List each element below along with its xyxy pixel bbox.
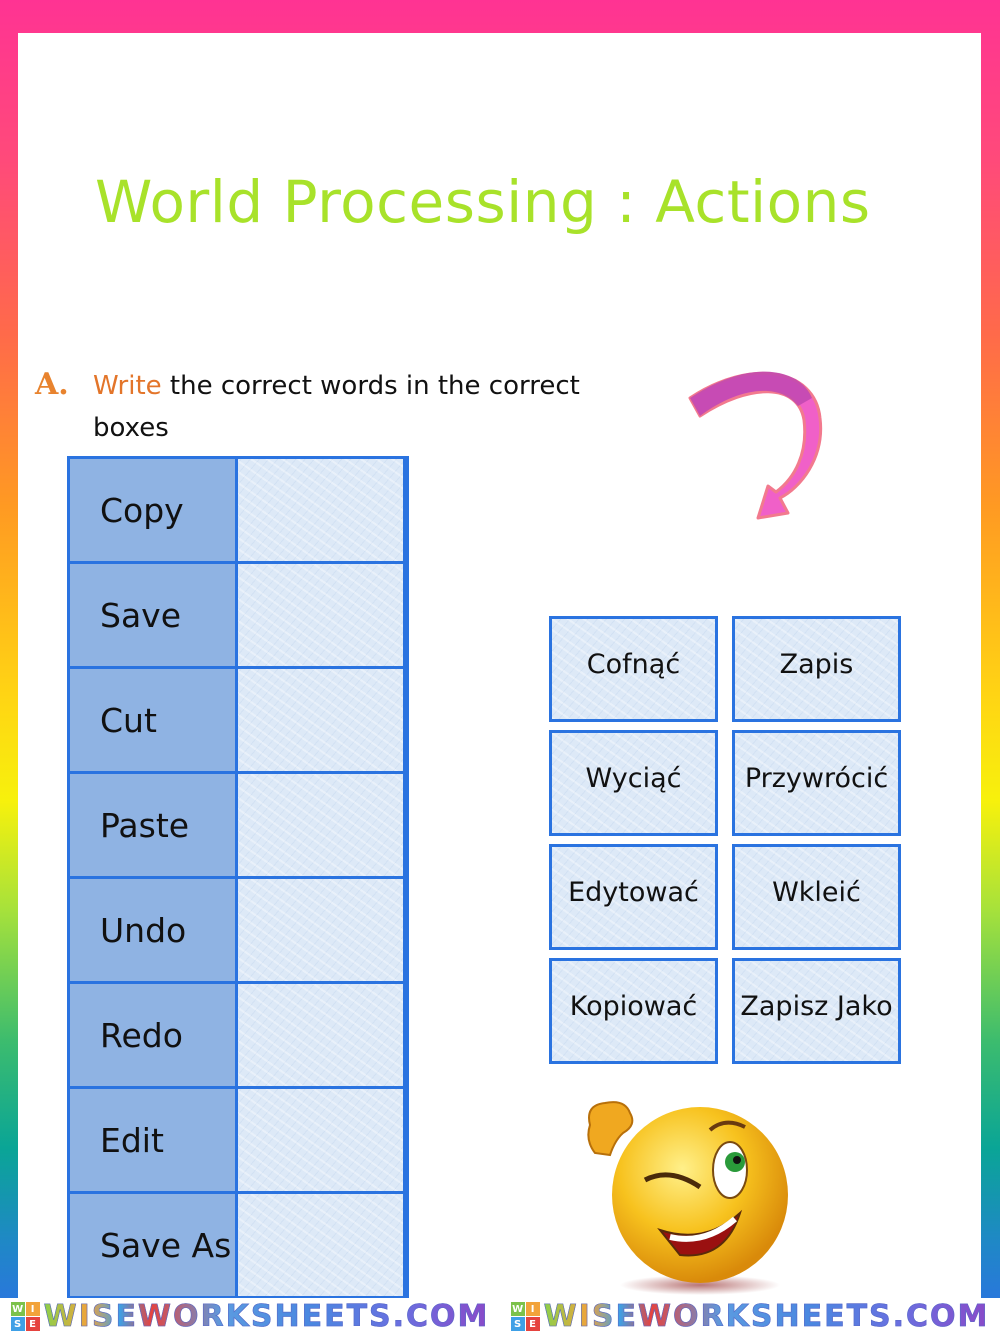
- answer-input[interactable]: [238, 879, 403, 981]
- brand-logo-icon: W I S E: [510, 1302, 540, 1331]
- logo-letter: I: [25, 1302, 40, 1316]
- instruction-text-line2: boxes: [93, 413, 169, 443]
- logo-letter: S: [510, 1317, 525, 1331]
- word-card[interactable]: Cofnąć: [549, 616, 718, 722]
- logo-letter: W: [510, 1302, 525, 1316]
- brand-watermark: W I S E WISEWORKSHEETS.COM: [510, 1299, 990, 1335]
- table-row-label: Save: [70, 564, 235, 666]
- brand-logo-icon: W I S E: [10, 1302, 40, 1331]
- logo-letter: W: [10, 1302, 25, 1316]
- table-row-label: Redo: [70, 984, 235, 1086]
- instruction: A. Write the correct words in the correct…: [35, 364, 675, 449]
- word-card[interactable]: Wyciąć: [549, 730, 718, 836]
- logo-letter: E: [525, 1317, 540, 1331]
- word-card[interactable]: Kopiować: [549, 958, 718, 1064]
- word-card[interactable]: Zapisz Jako: [732, 958, 901, 1064]
- answer-input[interactable]: [238, 1089, 403, 1191]
- section-letter: A.: [35, 367, 69, 402]
- table-row-label: Edit: [70, 1089, 235, 1191]
- word-bank: Cofnąć Zapis Wyciąć Przywrócić Edytować …: [549, 616, 901, 1064]
- winking-thinking-emoji-icon: [587, 1101, 788, 1295]
- logo-letter: E: [25, 1317, 40, 1331]
- answer-input[interactable]: [238, 564, 403, 666]
- table-row-label: Paste: [70, 774, 235, 876]
- answer-input[interactable]: [238, 1194, 403, 1296]
- matching-table: Copy Save Cut Paste Undo Redo Edit Save …: [67, 456, 409, 1299]
- answer-input[interactable]: [238, 984, 403, 1086]
- logo-letter: S: [10, 1317, 25, 1331]
- footer-watermark: W I S E WISEWORKSHEETS.COM W I S E WISEW…: [0, 1298, 1000, 1335]
- word-card[interactable]: Zapis: [732, 616, 901, 722]
- answer-input[interactable]: [238, 669, 403, 771]
- brand-text: WISEWORKSHEETS.COM: [43, 1299, 490, 1335]
- instruction-verb: Write: [93, 371, 162, 401]
- answer-input[interactable]: [238, 774, 403, 876]
- table-row-label: Undo: [70, 879, 235, 981]
- logo-letter: I: [525, 1302, 540, 1316]
- table-row-label: Save As: [70, 1194, 235, 1296]
- word-card[interactable]: Wkleić: [732, 844, 901, 950]
- instruction-text: the correct words in the correct: [169, 371, 580, 401]
- curved-arrow-icon: [688, 371, 823, 520]
- table-row-label: Cut: [70, 669, 235, 771]
- brand-text: WISEWORKSHEETS.COM: [543, 1299, 990, 1335]
- page-title: World Processing : Actions: [95, 168, 871, 236]
- answer-input[interactable]: [238, 459, 403, 561]
- table-row-label: Copy: [70, 459, 235, 561]
- word-card[interactable]: Edytować: [549, 844, 718, 950]
- brand-watermark: W I S E WISEWORKSHEETS.COM: [10, 1299, 490, 1335]
- word-card[interactable]: Przywrócić: [732, 730, 901, 836]
